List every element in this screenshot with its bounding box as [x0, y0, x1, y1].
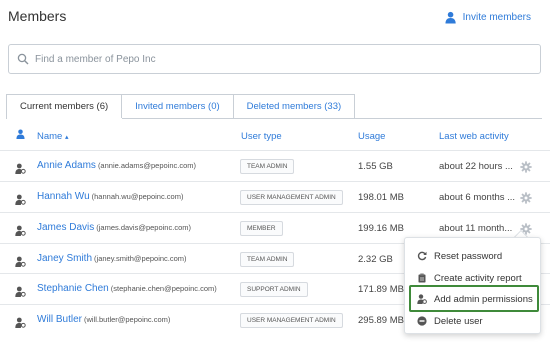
user-icon — [15, 254, 26, 267]
user-type-badge: TEAM ADMIN — [240, 159, 295, 174]
user-type-column-header[interactable]: User type — [241, 131, 282, 142]
user-column-icon — [16, 129, 25, 142]
member-search[interactable] — [8, 44, 541, 74]
user-icon — [15, 284, 26, 297]
table-row: Annie Adams (annie.adams@pepoinc.com) TEAM… — [0, 150, 550, 181]
last-activity-value: about 11 month... — [439, 223, 513, 234]
usage-value: 1.55 GB — [358, 161, 393, 172]
user-add-icon — [445, 11, 456, 24]
tab-current-members[interactable]: Current members (6) — [6, 94, 123, 119]
usage-value: 198.01 MB — [358, 192, 404, 203]
user-type-badge: USER MANAGEMENT ADMIN — [240, 190, 343, 205]
search-icon — [17, 53, 29, 65]
menu-item-reset-password[interactable]: Reset password — [417, 249, 502, 263]
member-name-link[interactable]: James Davis (james.davis@pepoinc.com) — [37, 222, 191, 233]
clipboard-icon — [418, 273, 426, 283]
user-icon — [15, 192, 26, 205]
member-name-link[interactable]: Annie Adams (annie.adams@pepoinc.com) — [37, 160, 196, 171]
user-type-badge: SUPPORT ADMIN — [240, 282, 308, 297]
menu-item-delete-user[interactable]: Delete user — [417, 314, 483, 328]
user-type-badge: MEMBER — [240, 221, 283, 236]
sort-ascending-icon: ▴ — [64, 134, 69, 141]
search-input[interactable] — [35, 53, 515, 65]
page-title: Members — [8, 8, 67, 24]
table-header: Name ▴ User type Usage Last web activity — [0, 128, 550, 144]
usage-column-header[interactable]: Usage — [358, 131, 385, 142]
member-name-link[interactable]: Janey Smith (janey.smith@pepoinc.com) — [37, 253, 187, 264]
user-icon — [15, 223, 26, 236]
usage-value: 171.89 MB — [358, 284, 404, 295]
usage-value: 2.32 GB — [358, 254, 393, 265]
member-email: (hannah.wu@pepoinc.com) — [91, 192, 184, 201]
highlight-box — [409, 285, 539, 312]
member-name-link[interactable]: Stephanie Chen (stephanie.chen@pepoinc.co… — [37, 283, 217, 294]
tab-deleted-members[interactable]: Deleted members (33) — [233, 94, 356, 119]
invite-members-label: Invite members — [462, 12, 531, 23]
user-icon — [15, 315, 26, 328]
page-header: Members Invite members — [0, 0, 550, 36]
menu-item-create-activity-report[interactable]: Create activity report — [417, 271, 522, 285]
member-email: (annie.adams@pepoinc.com) — [97, 161, 197, 170]
member-email: (stephanie.chen@pepoinc.com) — [110, 284, 217, 293]
user-type-badge: USER MANAGEMENT ADMIN — [240, 313, 343, 328]
member-email: (janey.smith@pepoinc.com) — [94, 254, 187, 263]
last-activity-column-header[interactable]: Last web activity — [439, 131, 509, 142]
member-email: (will.butler@pepoinc.com) — [84, 315, 171, 324]
last-activity-value: about 22 hours ... — [439, 161, 513, 172]
usage-value: 295.89 MB — [358, 315, 404, 326]
user-icon — [15, 161, 26, 174]
refresh-icon — [417, 251, 427, 261]
name-column-header[interactable]: Name ▴ — [37, 131, 69, 142]
minus-circle-icon — [417, 316, 427, 326]
member-name-link[interactable]: Hannah Wu (hannah.wu@pepoinc.com) — [37, 191, 183, 202]
member-name-link[interactable]: Will Butler (will.butler@pepoinc.com) — [37, 314, 170, 325]
gear-icon[interactable] — [520, 191, 532, 204]
invite-members-button[interactable]: Invite members — [445, 11, 531, 24]
last-activity-value: about 6 months ... — [439, 192, 516, 203]
tab-invited-members[interactable]: Invited members (0) — [122, 94, 234, 119]
usage-value: 199.16 MB — [358, 223, 404, 234]
gear-icon[interactable] — [520, 160, 532, 173]
table-row: Hannah Wu (hannah.wu@pepoinc.com) USER MAN… — [0, 181, 550, 212]
user-type-badge: TEAM ADMIN — [240, 252, 295, 267]
member-tabs: Current members (6) Invited members (0) … — [6, 94, 356, 119]
member-email: (james.davis@pepoinc.com) — [96, 223, 191, 232]
